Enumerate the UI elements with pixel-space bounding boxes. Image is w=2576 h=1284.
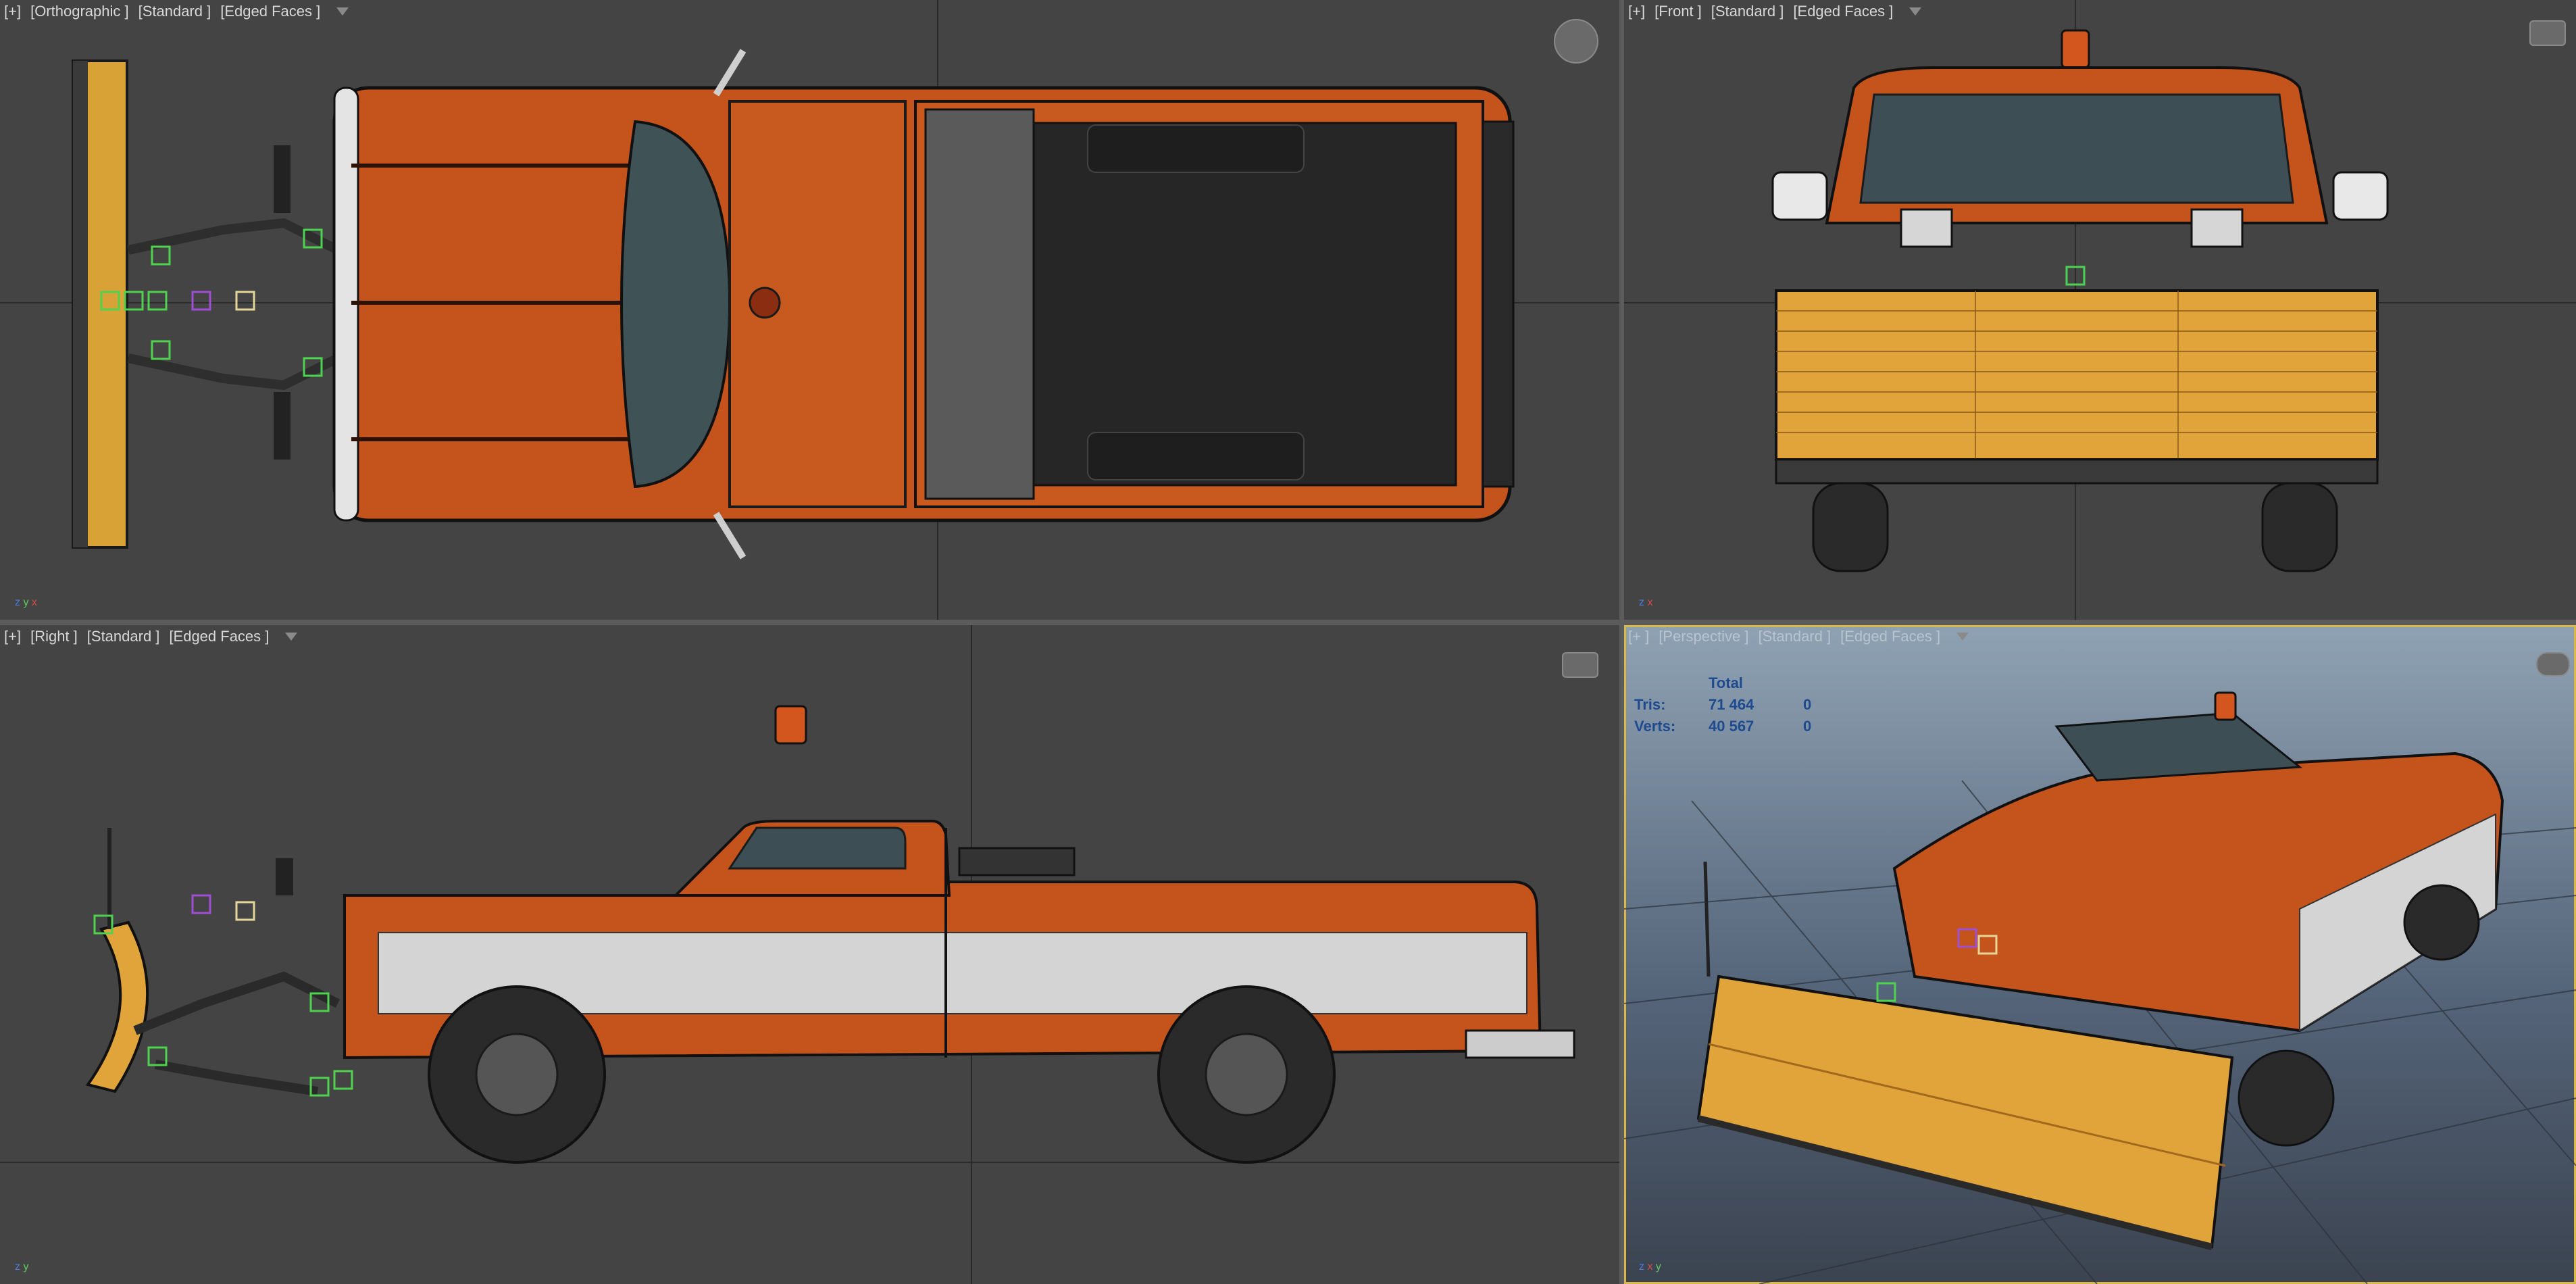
truck-perspective-view xyxy=(1624,691,2576,1284)
viewcube-icon[interactable] xyxy=(2536,652,2570,676)
viewcube-icon[interactable] xyxy=(1554,19,1598,64)
viewport-top[interactable]: [+] [Orthographic ] [Standard ] [Edged F… xyxy=(0,0,1619,620)
viewcube-icon[interactable] xyxy=(2529,20,2566,46)
truck-top-view xyxy=(0,0,1619,620)
viewport-perspective[interactable]: [+ ] [Perspective ] [Standard ] [Edged F… xyxy=(1624,625,2576,1284)
axis-tripod-icon: z y xyxy=(15,1261,29,1273)
truck-side-view xyxy=(0,625,1619,1284)
viewport-right[interactable]: [+] [Right ] [Standard ] [Edged Faces ] xyxy=(0,625,1619,1284)
viewport-front[interactable]: [+] [Front ] [Standard ] [Edged Faces ] xyxy=(1624,0,2576,620)
axis-tripod-icon: z x xyxy=(1639,597,1653,608)
truck-front-view xyxy=(1624,0,2576,620)
viewcube-icon[interactable] xyxy=(1562,652,1598,678)
axis-tripod-icon: z y x xyxy=(15,597,37,608)
axis-tripod-icon: z x y xyxy=(1639,1261,1661,1273)
